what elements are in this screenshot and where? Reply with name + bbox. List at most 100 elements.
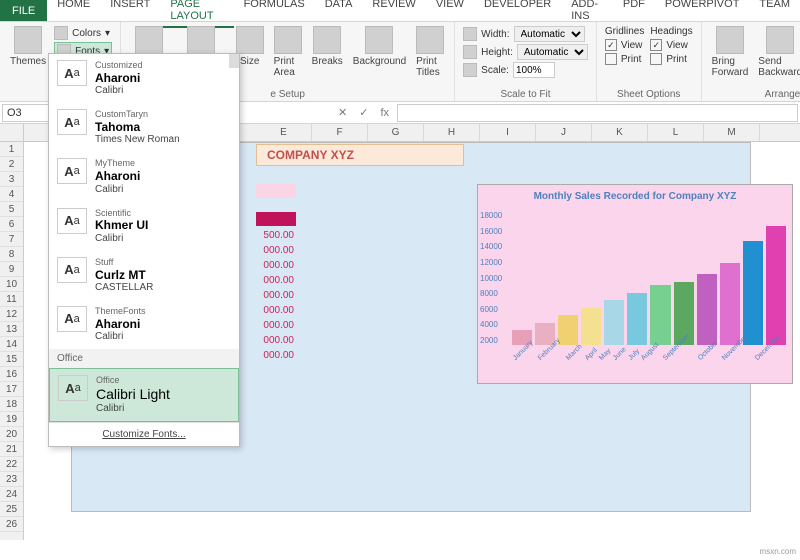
row-header[interactable]: 3 [0, 172, 23, 187]
gridlines-print-checkbox[interactable] [605, 53, 617, 65]
column-header[interactable]: L [648, 124, 704, 141]
row-header[interactable]: 5 [0, 202, 23, 217]
column-header[interactable]: I [480, 124, 536, 141]
gridlines-view-checkbox[interactable] [605, 39, 617, 51]
row-header[interactable]: 22 [0, 457, 23, 472]
row-header[interactable]: 9 [0, 262, 23, 277]
column-header[interactable]: M [704, 124, 760, 141]
font-scheme-stuff[interactable]: AaStuffCurlz MTCASTELLAR [49, 251, 239, 300]
row-header[interactable]: 11 [0, 292, 23, 307]
cell-value[interactable]: 000.00 [256, 243, 296, 258]
font-scheme-customtaryn[interactable]: AaCustomTarynTahomaTimes New Roman [49, 103, 239, 152]
fonts-dropdown[interactable]: AaCustomizedAharoniCalibriAaCustomTarynT… [48, 53, 240, 447]
font-swatch-icon: Aa [57, 257, 87, 283]
magenta-header-cell[interactable] [256, 212, 296, 226]
cell-value[interactable]: 000.00 [256, 258, 296, 273]
row-header[interactable]: 2 [0, 157, 23, 172]
send-backward-button[interactable]: Send Backward [754, 24, 800, 80]
font-scheme-themefonts[interactable]: AaThemeFontsAharoniCalibri [49, 300, 239, 349]
colors-button[interactable]: Colors ▾ [54, 26, 112, 40]
cell-value[interactable]: 000.00 [256, 348, 296, 363]
breaks-button[interactable]: Breaks [308, 24, 347, 69]
ribbon-group-scale: Width: Automatic Height: Automatic Scale… [455, 22, 597, 101]
row-header[interactable]: 17 [0, 382, 23, 397]
headings-view-checkbox[interactable] [650, 39, 662, 51]
name-box[interactable]: O3 [2, 104, 50, 122]
chart-bar [743, 241, 763, 345]
chart-bar [697, 274, 717, 345]
ribbon-group-sheet-options: Gridlines View Print Headings View Print… [597, 22, 702, 101]
column-header[interactable]: F [312, 124, 368, 141]
font-scheme-mytheme[interactable]: AaMyThemeAharoniCalibri [49, 152, 239, 201]
column-header[interactable]: G [368, 124, 424, 141]
width-select[interactable]: Automatic [514, 26, 585, 42]
row-header[interactable]: 24 [0, 487, 23, 502]
pink-cell[interactable] [256, 184, 296, 198]
row-header[interactable]: 1 [0, 142, 23, 157]
row-headers: 1234567891011121314151617181920212223242… [0, 142, 24, 540]
row-header[interactable]: 14 [0, 337, 23, 352]
print-area-button[interactable]: Print Area [270, 24, 306, 80]
cell-value[interactable]: 500.00 [256, 228, 296, 243]
chart-x-label: July [627, 347, 641, 361]
scale-input[interactable] [513, 62, 555, 78]
row-header[interactable]: 23 [0, 472, 23, 487]
row-header[interactable]: 19 [0, 412, 23, 427]
font-swatch-icon: Aa [58, 375, 88, 401]
column-header[interactable]: K [592, 124, 648, 141]
row-header[interactable]: 15 [0, 352, 23, 367]
menubar: FILE HOMEINSERTPAGE LAYOUTFORMULASDATARE… [0, 0, 800, 22]
headings-print-checkbox[interactable] [650, 53, 662, 65]
chart-bar [720, 263, 740, 345]
enter-icon[interactable]: ✓ [353, 106, 374, 119]
chart-bars [512, 211, 786, 345]
cell-value[interactable]: 000.00 [256, 288, 296, 303]
embedded-chart[interactable]: Monthly Sales Recorded for Company XYZ 2… [477, 184, 793, 384]
background-button[interactable]: Background [349, 24, 410, 69]
row-header[interactable]: 8 [0, 247, 23, 262]
cell-value[interactable]: 000.00 [256, 303, 296, 318]
company-title-cell[interactable]: COMPANY XYZ [256, 144, 464, 166]
row-header[interactable]: 18 [0, 397, 23, 412]
row-header[interactable]: 4 [0, 187, 23, 202]
row-header[interactable]: 10 [0, 277, 23, 292]
scale-icon [463, 63, 477, 77]
font-scheme-customized[interactable]: AaCustomizedAharoniCalibri [49, 54, 239, 103]
fx-icon[interactable]: fx [374, 107, 395, 119]
chart-bar [581, 308, 601, 345]
row-header[interactable]: 6 [0, 217, 23, 232]
font-scheme-scientific[interactable]: AaScientificKhmer UICalibri [49, 202, 239, 251]
print-titles-button[interactable]: Print Titles [412, 24, 448, 80]
fonts-section-office: Office [49, 349, 239, 368]
column-header[interactable]: E [256, 124, 312, 141]
cancel-icon[interactable]: ✕ [332, 106, 353, 119]
chart-bar [627, 293, 647, 345]
font-scheme-office[interactable]: Aa Office Calibri Light Calibri [49, 368, 239, 422]
row-header[interactable]: 25 [0, 502, 23, 517]
row-header[interactable]: 26 [0, 517, 23, 532]
row-header[interactable]: 12 [0, 307, 23, 322]
cell-value[interactable]: 000.00 [256, 333, 296, 348]
chart-x-label: April [584, 347, 599, 362]
row-header[interactable]: 16 [0, 367, 23, 382]
file-menu-button[interactable]: FILE [0, 0, 47, 21]
row-header[interactable]: 20 [0, 427, 23, 442]
chart-bar [766, 226, 786, 345]
row-header[interactable]: 21 [0, 442, 23, 457]
bring-forward-button[interactable]: Bring Forward [708, 24, 753, 80]
scrollbar-thumb[interactable] [229, 54, 239, 68]
row-header[interactable]: 7 [0, 232, 23, 247]
column-header[interactable]: J [536, 124, 592, 141]
row-header[interactable]: 13 [0, 322, 23, 337]
font-swatch-icon: Aa [57, 158, 87, 184]
height-select[interactable]: Automatic [517, 44, 588, 60]
chart-x-axis: JanuaryFebruaryMarchAprilMayJuneJulyAugu… [512, 347, 786, 354]
column-header[interactable]: H [424, 124, 480, 141]
value-cells[interactable]: 500.00000.00000.00000.00000.00000.00000.… [256, 228, 296, 363]
cell-value[interactable]: 000.00 [256, 318, 296, 333]
customize-fonts-button[interactable]: Customize Fonts... [49, 422, 239, 446]
themes-button[interactable]: Themes [6, 24, 50, 69]
formula-input[interactable] [397, 104, 798, 122]
cell-value[interactable]: 000.00 [256, 273, 296, 288]
select-all-corner[interactable] [0, 124, 24, 141]
